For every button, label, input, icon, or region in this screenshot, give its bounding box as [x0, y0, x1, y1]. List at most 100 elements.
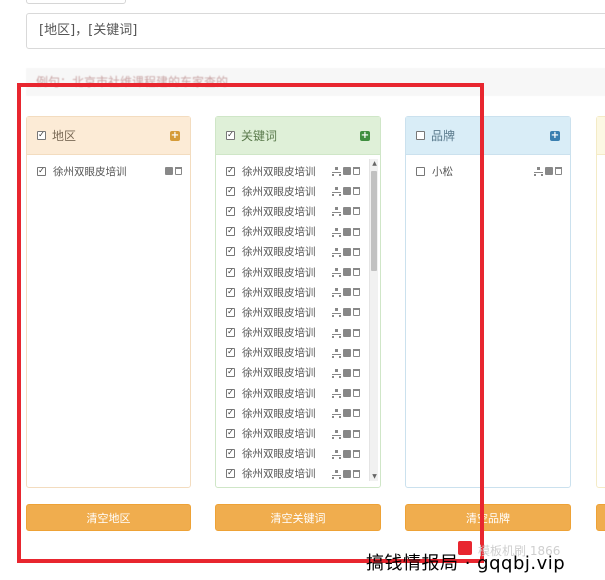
hierarchy-icon[interactable] [332, 409, 341, 419]
formula-input[interactable]: [地区]，[关键词] [26, 13, 605, 49]
trash-icon[interactable] [353, 348, 360, 357]
clear-region-button[interactable]: 清空地区 [26, 504, 191, 531]
top-control-stub[interactable] [26, 0, 126, 4]
item-checkbox[interactable] [226, 449, 235, 459]
list-item: 徐州双眼皮培训 [216, 262, 368, 282]
region-select-all-checkbox[interactable] [37, 131, 46, 140]
edit-icon[interactable] [343, 389, 351, 398]
trash-icon[interactable] [353, 449, 360, 458]
hierarchy-icon[interactable] [332, 368, 341, 378]
hierarchy-icon[interactable] [332, 328, 341, 338]
list-item: 徐州双眼皮培训 [216, 423, 368, 443]
edit-icon[interactable] [343, 167, 351, 176]
add-brand-icon[interactable]: + [550, 130, 560, 141]
item-checkbox[interactable] [226, 307, 235, 317]
item-checkbox[interactable] [226, 388, 235, 398]
item-checkbox[interactable] [226, 469, 235, 479]
scroll-thumb[interactable] [371, 171, 377, 271]
item-checkbox[interactable] [226, 247, 235, 257]
edit-icon[interactable] [343, 288, 351, 297]
scroll-down-arrow-icon[interactable]: ▼ [370, 472, 379, 481]
trash-icon[interactable] [353, 187, 360, 196]
edit-icon[interactable] [343, 368, 351, 377]
item-checkbox[interactable] [226, 368, 235, 378]
item-checkbox[interactable] [226, 206, 235, 216]
trash-icon[interactable] [175, 167, 182, 176]
edit-icon[interactable] [343, 247, 351, 256]
edit-icon[interactable] [343, 227, 351, 236]
trash-icon[interactable] [353, 429, 360, 438]
hierarchy-icon[interactable] [332, 449, 341, 459]
hierarchy-icon[interactable] [332, 288, 341, 298]
keyword-list-scrollbar[interactable]: ▲ ▼ [369, 159, 378, 481]
item-checkbox[interactable] [226, 166, 235, 176]
edit-icon[interactable] [343, 268, 351, 277]
hierarchy-icon[interactable] [332, 469, 341, 479]
edit-icon[interactable] [343, 409, 351, 418]
item-checkbox[interactable] [226, 267, 235, 277]
item-label: 徐州双眼皮培训 [242, 367, 316, 380]
brand-select-all-checkbox[interactable] [416, 131, 425, 140]
item-checkbox[interactable] [226, 328, 235, 338]
keyword-list[interactable]: 徐州双眼皮培训 徐州双眼皮培训 徐州双眼皮培训 徐州双眼皮培训 徐州双眼皮培训 … [216, 155, 380, 489]
fourth-panel-edge [596, 116, 605, 488]
item-checkbox[interactable] [226, 408, 235, 418]
trash-icon[interactable] [353, 268, 360, 277]
edit-icon[interactable] [343, 469, 351, 478]
item-label: 徐州双眼皮培训 [242, 185, 316, 198]
item-checkbox[interactable] [226, 186, 235, 196]
add-keyword-icon[interactable]: + [360, 130, 370, 141]
hierarchy-icon[interactable] [332, 268, 341, 278]
item-checkbox[interactable] [226, 287, 235, 297]
item-checkbox[interactable] [416, 166, 425, 176]
hierarchy-icon[interactable] [534, 167, 543, 177]
item-checkbox[interactable] [226, 348, 235, 358]
trash-icon[interactable] [353, 328, 360, 337]
trash-icon[interactable] [555, 167, 562, 176]
list-item: 徐州双眼皮培训 [216, 323, 368, 343]
edit-icon[interactable] [343, 187, 351, 196]
item-checkbox[interactable] [37, 166, 46, 176]
edit-icon[interactable] [343, 348, 351, 357]
list-item: 小松 [406, 161, 570, 181]
list-item: 徐州双眼皮培训 [216, 282, 368, 302]
hierarchy-icon[interactable] [332, 308, 341, 318]
hierarchy-icon[interactable] [332, 207, 341, 217]
fourth-panel-button-edge[interactable] [596, 504, 605, 531]
edit-icon[interactable] [343, 449, 351, 458]
hierarchy-icon[interactable] [332, 227, 341, 237]
trash-icon[interactable] [353, 227, 360, 236]
edit-icon[interactable] [545, 167, 553, 176]
edit-icon[interactable] [165, 167, 173, 176]
hierarchy-icon[interactable] [332, 247, 341, 257]
item-label: 徐州双眼皮培训 [53, 165, 127, 178]
trash-icon[interactable] [353, 469, 360, 478]
edit-icon[interactable] [343, 308, 351, 317]
trash-icon[interactable] [353, 167, 360, 176]
item-label: 徐州双眼皮培训 [242, 246, 316, 259]
clear-brand-button[interactable]: 清空品牌 [405, 504, 571, 531]
trash-icon[interactable] [353, 207, 360, 216]
add-region-icon[interactable]: + [170, 130, 180, 141]
scroll-up-arrow-icon[interactable]: ▲ [370, 159, 379, 168]
keyword-select-all-checkbox[interactable] [226, 131, 235, 140]
hierarchy-icon[interactable] [332, 389, 341, 399]
trash-icon[interactable] [353, 409, 360, 418]
trash-icon[interactable] [353, 247, 360, 256]
hierarchy-icon[interactable] [332, 187, 341, 197]
clear-keyword-button[interactable]: 清空关键词 [215, 504, 381, 531]
trash-icon[interactable] [353, 288, 360, 297]
trash-icon[interactable] [353, 368, 360, 377]
hierarchy-icon[interactable] [332, 429, 341, 439]
edit-icon[interactable] [343, 429, 351, 438]
edit-icon[interactable] [343, 328, 351, 337]
hierarchy-icon[interactable] [332, 348, 341, 358]
list-item: 徐州双眼皮培训 [216, 444, 368, 464]
item-checkbox[interactable] [226, 227, 235, 237]
edit-icon[interactable] [343, 207, 351, 216]
item-checkbox[interactable] [226, 429, 235, 439]
trash-icon[interactable] [353, 308, 360, 317]
hierarchy-icon[interactable] [332, 167, 341, 177]
trash-icon[interactable] [353, 389, 360, 398]
item-label: 徐州双眼皮培训 [242, 407, 316, 420]
